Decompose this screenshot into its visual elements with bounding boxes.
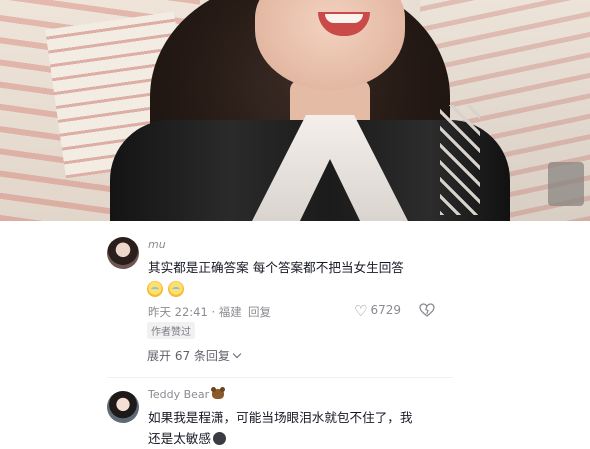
bear-emoji-icon [211,387,226,399]
comment-text: 如果我是程潇，可能当场眼泪水就包不住了，我 还是太敏感 [148,407,412,449]
comment-meta: 昨天 22:41 · 福建 [148,305,242,319]
comment-text-line: 如果我是程潇，可能当场眼泪水就包不住了，我 [148,410,413,425]
heart-icon: ♡ [354,302,368,320]
watermark-icon [548,162,584,206]
dislike-icon[interactable] [419,302,435,318]
video-frame[interactable] [0,0,590,221]
emoji-icon [212,432,226,445]
author-liked-badge: 作者赞过 [147,322,195,339]
expand-replies-label: 展开 67 条回复 [147,349,230,363]
avatar[interactable] [107,391,139,423]
comment-author-name: Teddy Bear [148,388,210,401]
avatar[interactable] [107,237,139,269]
comment-author[interactable]: mu [148,238,166,251]
expand-replies-button[interactable]: 展开 67 条回复 [147,347,242,364]
person-teeth [325,14,363,23]
comment-text-line-2: 还是太敏感 [148,431,211,446]
comment-text-line: 还是太敏感 [148,428,412,449]
like-button[interactable]: ♡ 6729 [354,302,401,320]
comment-text: 其实都是正确答案 每个答案都不把当女生回答 [148,260,404,275]
crying-face-emoji [168,281,184,297]
reply-button[interactable]: 回复 [248,304,271,320]
comment-emojis [147,281,189,301]
like-count: 6729 [370,303,401,317]
comment-author[interactable]: Teddy Bear [148,387,226,401]
jacket-lace [440,105,480,215]
comment-divider [107,377,453,378]
crying-face-emoji [147,281,163,297]
chevron-down-icon [232,349,242,359]
